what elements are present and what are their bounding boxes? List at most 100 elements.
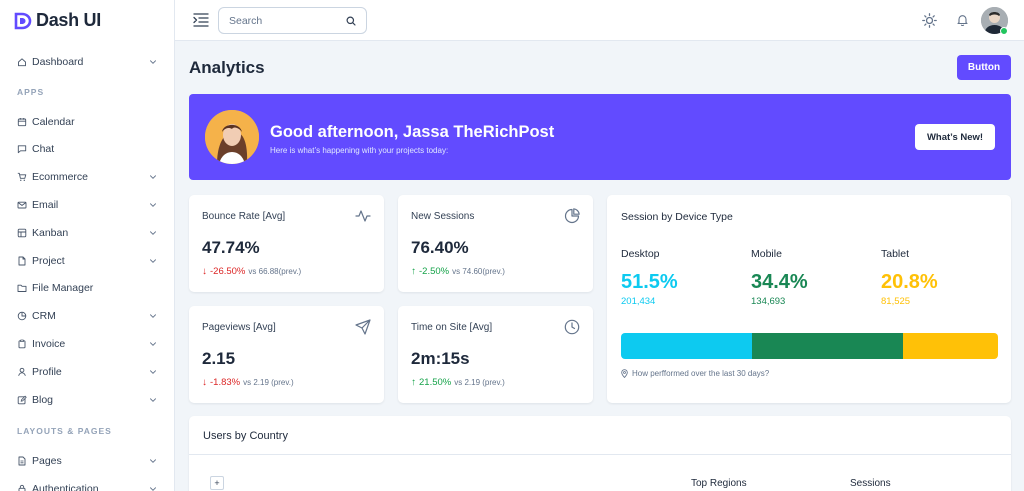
stat-change: ↓ -26.50% vs 66.88(prev.) [202, 266, 301, 277]
sidebar-item-blog[interactable]: Blog [0, 386, 174, 414]
stat-value: 2.15 [202, 349, 236, 368]
sun-icon[interactable] [922, 13, 937, 28]
divider [189, 454, 1011, 455]
page-icon [17, 456, 27, 466]
column-header-sessions: Sessions [850, 478, 891, 489]
file-icon [17, 256, 27, 266]
map-zoom-in-button[interactable]: + [210, 476, 224, 490]
sidebar-item-kanban[interactable]: Kanban [0, 219, 174, 247]
user-icon [17, 367, 27, 377]
stat-value: 2m:15s [411, 349, 470, 368]
stat-label: Time on Site [Avg] [411, 322, 493, 333]
device-percent: 51.5% [621, 271, 678, 293]
device-count: 134,693 [751, 296, 786, 307]
sidebar-item-label: CRM [32, 310, 56, 323]
stat-previous: vs 74.60(prev.) [452, 267, 505, 276]
whats-new-button[interactable]: What’s New! [915, 124, 995, 150]
stat-value: 76.40% [411, 238, 469, 257]
device-name: Mobile [751, 248, 782, 260]
chevron-down-icon[interactable] [148, 57, 158, 67]
chevron-down-icon[interactable] [148, 484, 158, 491]
sidebar-item-label: Profile [32, 365, 62, 378]
device-note-text: How perfformed over the last 30 days? [632, 369, 770, 378]
sidebar-item-calendar[interactable]: Calendar [0, 108, 174, 136]
chevron-down-icon[interactable] [148, 172, 158, 182]
arrow-up-icon: ↑ [411, 266, 416, 277]
stat-label: New Sessions [411, 211, 475, 222]
stat-previous: vs 2.19 (prev.) [243, 378, 294, 387]
device-name: Desktop [621, 248, 660, 260]
sidebar-item-pages[interactable]: Pages [0, 448, 174, 476]
device-tablet: Tablet 20.8% 81,525 [881, 248, 938, 307]
sidebar-item-label: Authentication [32, 483, 99, 491]
chevron-down-icon[interactable] [148, 200, 158, 210]
sidebar-item-authentication[interactable]: Authentication [0, 475, 174, 491]
chevron-down-icon[interactable] [148, 339, 158, 349]
sidebar-item-dashboard[interactable]: Dashboard [0, 48, 174, 76]
brand[interactable]: Dash UI [0, 0, 174, 41]
sidebar-item-label: Dashboard [32, 55, 84, 68]
sidebar-item-email[interactable]: Email [0, 191, 174, 219]
device-name: Tablet [881, 248, 910, 260]
device-bar-segment-tablet [903, 333, 998, 359]
sidebar-item-label: Chat [32, 143, 55, 156]
sidebar-item-label: Invoice [32, 338, 66, 351]
pie-chart-icon [564, 208, 580, 224]
stat-card-new-sessions: New Sessions 76.40% ↑ -2.50% vs 74.60(pr… [398, 195, 593, 292]
stat-label: Pageviews [Avg] [202, 322, 276, 333]
sidebar-item-invoice[interactable]: Invoice [0, 330, 174, 358]
activity-icon [355, 210, 371, 222]
sidebar-item-ecommerce[interactable]: Ecommerce [0, 163, 174, 191]
kanban-icon [17, 228, 27, 238]
sidebar: Dash UI Dashboard APPS Calendar Chat Ecommer… [0, 0, 175, 491]
device-share-bar [621, 333, 998, 359]
sidebar-item-project[interactable]: Project [0, 247, 174, 275]
edit-icon [17, 395, 27, 405]
clipboard-icon [17, 339, 27, 349]
chevron-down-icon[interactable] [148, 311, 158, 321]
sidebar-item-label: Project [32, 254, 65, 267]
chevron-down-icon[interactable] [148, 256, 158, 266]
stat-change: ↓ -1.83% vs 2.19 (prev.) [202, 377, 294, 388]
sidebar-item-crm[interactable]: CRM [0, 302, 174, 330]
welcome-banner: Good afternoon, Jassa TheRichPost Here i… [189, 94, 1011, 180]
stat-change: ↑ 21.50% vs 2.19 (prev.) [411, 377, 505, 388]
search-input[interactable] [229, 14, 346, 27]
chevron-down-icon[interactable] [148, 395, 158, 405]
device-percent: 34.4% [751, 271, 808, 293]
bell-icon[interactable] [957, 14, 968, 26]
nav-section-heading: LAYOUTS & PAGES [17, 425, 112, 436]
cart-icon [17, 172, 27, 182]
arrow-down-icon: ↓ [202, 377, 207, 388]
welcome-title: Good afternoon, Jassa TheRichPost [270, 123, 555, 141]
lock-icon [17, 484, 27, 491]
arrow-down-icon: ↓ [202, 266, 207, 277]
chevron-down-icon[interactable] [148, 367, 158, 377]
clock-icon [564, 319, 580, 335]
folder-icon [17, 283, 27, 293]
menu-toggle-icon[interactable] [193, 12, 209, 28]
primary-button[interactable]: Button [957, 55, 1011, 80]
search-box[interactable] [218, 7, 367, 34]
sidebar-item-chat[interactable]: Chat [0, 136, 174, 164]
stat-previous: vs 66.88(prev.) [248, 267, 302, 276]
chat-icon [17, 144, 27, 154]
device-mobile: Mobile 34.4% 134,693 [751, 248, 808, 307]
search-icon[interactable] [346, 16, 356, 26]
brand-name: Dash UI [36, 10, 101, 30]
device-count: 201,434 [621, 296, 656, 307]
chevron-down-icon[interactable] [148, 228, 158, 238]
chevron-down-icon[interactable] [148, 456, 158, 466]
sidebar-item-label: Blog [32, 393, 54, 406]
sidebar-item-profile[interactable]: Profile [0, 358, 174, 386]
stat-value: 47.74% [202, 238, 260, 257]
topbar [175, 0, 1024, 41]
arrow-up-icon: ↑ [411, 377, 416, 388]
device-note: How perfformed over the last 30 days? [621, 369, 769, 378]
device-count: 81,525 [881, 296, 911, 307]
sidebar-item-label: Ecommerce [32, 171, 89, 184]
device-sessions-card: Session by Device Type Desktop 51.5% 201… [607, 195, 1011, 403]
stat-card-time-on-site: Time on Site [Avg] 2m:15s ↑ 21.50% vs 2.… [398, 306, 593, 403]
calendar-icon [17, 117, 27, 127]
sidebar-item-file-manager[interactable]: File Manager [0, 275, 174, 303]
